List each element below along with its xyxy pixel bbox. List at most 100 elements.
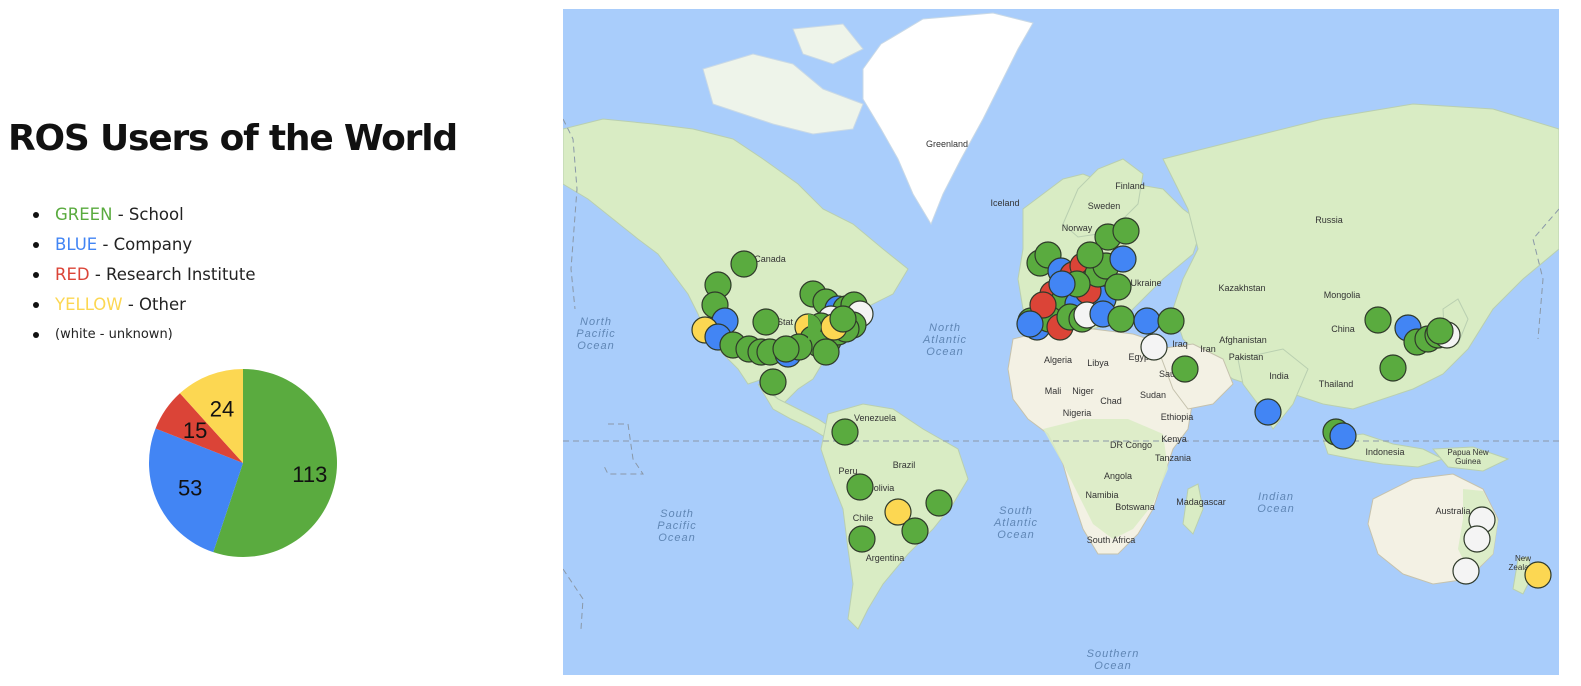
map-label-chad: Chad <box>1100 396 1122 406</box>
legend-item-research: RED - Research Institute <box>33 263 256 293</box>
bullet-icon <box>33 332 39 338</box>
map-label-sweden: Sweden <box>1088 201 1121 211</box>
map-label-india: India <box>1269 371 1289 381</box>
legend-item-other: YELLOW - Other <box>33 293 256 323</box>
world-map[interactable]: Greenland Iceland Canada Finland Sweden Norwa… <box>563 9 1559 675</box>
pie-slice-label: 15 <box>183 418 207 443</box>
pie-slice-label: 53 <box>178 476 202 501</box>
map-marker[interactable] <box>1524 561 1552 589</box>
map-marker[interactable] <box>925 489 953 517</box>
map-label-indonesia: Indonesia <box>1365 447 1404 457</box>
map-label-south-atlantic: South Atlantic Ocean <box>993 505 1038 541</box>
map-label-southern-ocean: Southern Ocean <box>1087 648 1140 672</box>
map-label-kazakhstan: Kazakhstan <box>1218 283 1265 293</box>
map-label-canada: Canada <box>754 254 786 264</box>
map-label-namibia: Namibia <box>1085 490 1118 500</box>
map-marker[interactable] <box>1452 557 1480 585</box>
pie-slice-label: 113 <box>292 462 327 487</box>
map-marker[interactable] <box>1140 333 1168 361</box>
map-marker[interactable] <box>1379 354 1407 382</box>
map-label-australia: Australia <box>1435 506 1470 516</box>
map-label-brazil: Brazil <box>893 460 916 470</box>
map-marker[interactable] <box>1112 217 1140 245</box>
map-label-iceland: Iceland <box>990 198 1019 208</box>
legend-item-company: BLUE - Company <box>33 233 256 263</box>
legend-color-word: BLUE <box>55 235 98 254</box>
pie-slice-label: 24 <box>210 397 234 422</box>
bullet-icon <box>33 272 39 278</box>
map-label-greenland: Greenland <box>926 139 968 149</box>
map-marker[interactable] <box>1107 305 1135 333</box>
legend-item-unknown: (white - unknown) <box>33 323 256 353</box>
map-label-china: China <box>1331 324 1355 334</box>
map-label-ethiopia: Ethiopia <box>1161 412 1194 422</box>
map-label-indian-ocean: Indian Ocean <box>1257 491 1294 515</box>
map-marker[interactable] <box>831 418 859 446</box>
map-marker[interactable] <box>1048 270 1076 298</box>
legend-list: GREEN - School BLUE - Company RED - Rese… <box>33 203 256 353</box>
map-label-mali: Mali <box>1045 386 1062 396</box>
legend-color-word: YELLOW <box>55 295 123 314</box>
map-label-russia: Russia <box>1315 215 1343 225</box>
map-label-kenya: Kenya <box>1161 434 1187 444</box>
map-label-tanzania: Tanzania <box>1155 453 1191 463</box>
pie-chart: 113 53 15 24 <box>146 366 340 560</box>
map-marker[interactable] <box>1104 273 1132 301</box>
legend-item-school: GREEN - School <box>33 203 256 233</box>
page-title: ROS Users of the World <box>8 118 458 159</box>
map-label-thailand: Thailand <box>1319 379 1354 389</box>
map-label-botswana: Botswana <box>1115 502 1155 512</box>
map-label-iraq: Iraq <box>1172 339 1188 349</box>
map-marker[interactable] <box>1254 398 1282 426</box>
legend-desc: - Company <box>97 235 193 254</box>
map-marker[interactable] <box>752 308 780 336</box>
map-marker[interactable] <box>1329 422 1357 450</box>
map-label-algeria: Algeria <box>1044 355 1072 365</box>
map-label-niger: Niger <box>1072 386 1094 396</box>
map-label-chile: Chile <box>853 513 874 523</box>
map-label-iran: Iran <box>1200 344 1216 354</box>
map-label-dr-congo: DR Congo <box>1110 440 1152 450</box>
map-label-south-pacific: South Pacific Ocean <box>657 508 696 544</box>
map-marker[interactable] <box>829 305 857 333</box>
legend-desc: (white - unknown) <box>55 327 173 342</box>
map-label-norway: Norway <box>1062 223 1093 233</box>
map-marker[interactable] <box>846 473 874 501</box>
map-label-afghanistan: Afghanistan <box>1219 335 1267 345</box>
map-label-sudan: Sudan <box>1140 390 1166 400</box>
map-marker[interactable] <box>1133 307 1161 335</box>
map-marker[interactable] <box>848 525 876 553</box>
map-marker[interactable] <box>1171 355 1199 383</box>
map-marker[interactable] <box>1076 241 1104 269</box>
map-marker[interactable] <box>1426 317 1454 345</box>
map-label-madagascar: Madagascar <box>1176 497 1226 507</box>
info-panel: ROS Users of the World GREEN - School BL… <box>0 0 560 686</box>
map-marker[interactable] <box>1364 306 1392 334</box>
bullet-icon <box>33 212 39 218</box>
map-marker[interactable] <box>1016 310 1044 338</box>
legend-desc: - Research Institute <box>89 265 256 284</box>
map-label-argentina: Argentina <box>866 553 905 563</box>
map-marker[interactable] <box>1109 245 1137 273</box>
world-map-svg[interactable]: Greenland Iceland Canada Finland Sweden Norwa… <box>563 9 1559 675</box>
map-marker[interactable] <box>1157 307 1185 335</box>
legend-desc: - Other <box>122 295 186 314</box>
map-marker[interactable] <box>1463 525 1491 553</box>
bullet-icon <box>33 302 39 308</box>
map-label-angola: Angola <box>1104 471 1132 481</box>
map-marker[interactable] <box>812 338 840 366</box>
map-label-mongolia: Mongolia <box>1324 290 1361 300</box>
map-marker[interactable] <box>901 517 929 545</box>
map-label-south-africa: South Africa <box>1087 535 1136 545</box>
legend-desc: - School <box>112 205 184 224</box>
legend-color-word: GREEN <box>55 205 113 224</box>
legend-color-word: RED <box>55 265 90 284</box>
map-label-nigeria: Nigeria <box>1063 408 1092 418</box>
pie-chart-svg: 113 53 1524 <box>148 369 337 557</box>
map-marker[interactable] <box>759 368 787 396</box>
map-marker[interactable] <box>730 250 758 278</box>
map-label-finland: Finland <box>1115 181 1145 191</box>
map-marker[interactable] <box>772 335 800 363</box>
map-label-libya: Libya <box>1087 358 1109 368</box>
map-label-north-atlantic: North Atlantic Ocean <box>922 322 967 358</box>
